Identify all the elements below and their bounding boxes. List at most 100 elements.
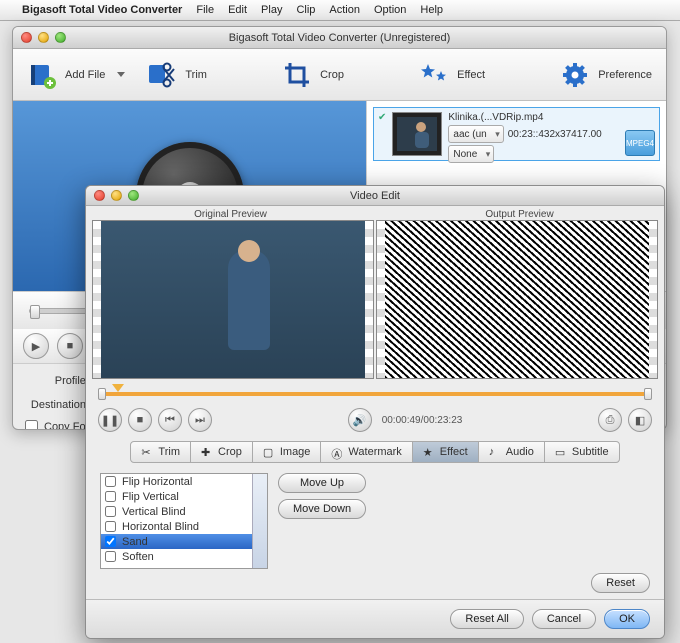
playhead-icon[interactable] bbox=[112, 384, 124, 392]
effects-listbox[interactable]: Flip Horizontal Flip Vertical Vertical Bli… bbox=[100, 473, 268, 569]
effect-label: Flip Vertical bbox=[122, 491, 179, 503]
audio-codec-select[interactable]: aac (un bbox=[448, 125, 503, 143]
menubar-app-name[interactable]: Bigasoft Total Video Converter bbox=[22, 4, 182, 16]
tab-audio[interactable]: ♪Audio bbox=[478, 441, 545, 463]
main-window-title: Bigasoft Total Video Converter (Unregist… bbox=[13, 32, 666, 44]
edit-tabs: ✂Trim ✚Crop ▢Image ⒶWatermark ★Effect ♪A… bbox=[130, 441, 619, 463]
gear-icon bbox=[560, 60, 590, 90]
edit-window: Video Edit Original Preview Output Previ… bbox=[85, 185, 665, 639]
trim-out-handle[interactable] bbox=[644, 388, 652, 400]
main-toolbar: Add File Trim Crop Effect Preference bbox=[13, 49, 666, 101]
check-icon[interactable]: ✔ bbox=[378, 112, 386, 123]
effect-row[interactable]: Sand bbox=[101, 534, 267, 549]
trim-button[interactable]: Trim bbox=[147, 60, 207, 90]
effect-checkbox[interactable] bbox=[105, 506, 116, 517]
main-titlebar[interactable]: Bigasoft Total Video Converter (Unregist… bbox=[13, 27, 666, 49]
output-preview-label: Output Preview bbox=[375, 209, 664, 220]
stop-button[interactable]: ■ bbox=[57, 333, 83, 359]
crop-button[interactable]: Crop bbox=[282, 60, 344, 90]
effect-label: Vertical Blind bbox=[122, 506, 186, 518]
menu-help[interactable]: Help bbox=[420, 4, 443, 16]
move-down-button[interactable]: Move Down bbox=[278, 499, 366, 519]
effect-row[interactable]: Soften bbox=[101, 549, 267, 564]
menu-option[interactable]: Option bbox=[374, 4, 406, 16]
reset-button[interactable]: Reset bbox=[591, 573, 650, 593]
time-display: 00:00:49/00:23:23 bbox=[382, 415, 463, 426]
cancel-button[interactable]: Cancel bbox=[532, 609, 596, 629]
effect-checkbox[interactable] bbox=[105, 476, 116, 487]
queue-duration: 00:23::432x37417.00 bbox=[508, 129, 602, 140]
tab-subtitle[interactable]: ▭Subtitle bbox=[544, 441, 620, 463]
image-icon: ▢ bbox=[263, 446, 275, 458]
effect-label: Effect bbox=[457, 69, 485, 81]
destination-label: Destination: bbox=[25, 399, 89, 411]
menu-play[interactable]: Play bbox=[261, 4, 282, 16]
star-icon: ★ bbox=[423, 446, 435, 458]
crop-icon bbox=[282, 60, 312, 90]
queue-thumbnail bbox=[392, 112, 442, 156]
queue-filename: Klinika.(...VDRip.mp4 bbox=[448, 112, 655, 123]
reset-all-button[interactable]: Reset All bbox=[450, 609, 523, 629]
tab-effect[interactable]: ★Effect bbox=[412, 441, 479, 463]
add-file-button[interactable]: Add File bbox=[27, 60, 125, 90]
trim-in-handle[interactable] bbox=[98, 388, 106, 400]
tab-crop[interactable]: ✚Crop bbox=[190, 441, 253, 463]
crop-label: Crop bbox=[320, 69, 344, 81]
menu-action[interactable]: Action bbox=[329, 4, 360, 16]
effect-checkbox[interactable] bbox=[105, 491, 116, 502]
subtitle-select[interactable]: None bbox=[448, 145, 494, 163]
effect-checkbox[interactable] bbox=[105, 521, 116, 532]
effect-button[interactable]: Effect bbox=[419, 60, 485, 90]
preference-label: Preference bbox=[598, 69, 652, 81]
stars-icon bbox=[419, 60, 449, 90]
move-up-button[interactable]: Move Up bbox=[278, 473, 366, 493]
original-preview-label: Original Preview bbox=[86, 209, 375, 220]
compare-button[interactable]: ◧ bbox=[628, 408, 652, 432]
pause-button[interactable]: ❚❚ bbox=[98, 408, 122, 432]
output-preview bbox=[376, 220, 658, 378]
menu-edit[interactable]: Edit bbox=[228, 4, 247, 16]
add-file-label: Add File bbox=[65, 69, 105, 81]
edit-transport: ❚❚ ■ ⏮ ⏭ 🔊 00:00:49/00:23:23 ⎙ ◧ bbox=[86, 403, 664, 437]
edit-window-title: Video Edit bbox=[86, 190, 664, 202]
tab-trim[interactable]: ✂Trim bbox=[130, 441, 191, 463]
copy-folder-checkbox[interactable] bbox=[25, 420, 38, 430]
original-preview bbox=[92, 220, 374, 378]
stop-button[interactable]: ■ bbox=[128, 408, 152, 432]
effect-checkbox[interactable] bbox=[105, 551, 116, 562]
effect-label: Flip Horizontal bbox=[122, 476, 192, 488]
play-button[interactable]: ▶ bbox=[23, 333, 49, 359]
subtitle-icon: ▭ bbox=[555, 446, 567, 458]
container-badge: MPEG4 bbox=[625, 130, 655, 156]
chevron-down-icon[interactable] bbox=[117, 72, 125, 77]
queue-item[interactable]: ✔ Klinika.(...VDRip.mp4 aac (un 00:23::4… bbox=[373, 107, 660, 161]
note-icon: ♪ bbox=[489, 446, 501, 458]
tab-image[interactable]: ▢Image bbox=[252, 441, 322, 463]
effect-row[interactable]: Vertical Blind bbox=[101, 504, 267, 519]
edit-seek-slider[interactable] bbox=[98, 385, 652, 402]
menu-clip[interactable]: Clip bbox=[296, 4, 315, 16]
menu-file[interactable]: File bbox=[196, 4, 214, 16]
mac-menubar: Bigasoft Total Video Converter File Edit… bbox=[0, 0, 680, 21]
effect-row[interactable]: Flip Horizontal bbox=[101, 474, 267, 489]
scissors-icon bbox=[147, 60, 177, 90]
snapshot-button[interactable]: ⎙ bbox=[598, 408, 622, 432]
watermark-icon: Ⓐ bbox=[331, 446, 343, 458]
prev-frame-button[interactable]: ⏮ bbox=[158, 408, 182, 432]
add-file-icon bbox=[27, 60, 57, 90]
effect-label: Horizontal Blind bbox=[122, 521, 199, 533]
effect-checkbox[interactable] bbox=[105, 536, 116, 547]
volume-button[interactable]: 🔊 bbox=[348, 408, 372, 432]
effect-row[interactable]: Horizontal Blind bbox=[101, 519, 267, 534]
tab-watermark[interactable]: ⒶWatermark bbox=[320, 441, 412, 463]
scissors-icon: ✂ bbox=[141, 446, 153, 458]
preference-button[interactable]: Preference bbox=[560, 60, 652, 90]
next-frame-button[interactable]: ⏭ bbox=[188, 408, 212, 432]
edit-footer: Reset All Cancel OK bbox=[86, 599, 664, 638]
trim-label: Trim bbox=[185, 69, 207, 81]
edit-titlebar[interactable]: Video Edit bbox=[86, 186, 664, 206]
effect-label: Soften bbox=[122, 551, 154, 563]
ok-button[interactable]: OK bbox=[604, 609, 650, 629]
profile-label: Profile: bbox=[25, 375, 89, 387]
effect-row[interactable]: Flip Vertical bbox=[101, 489, 267, 504]
